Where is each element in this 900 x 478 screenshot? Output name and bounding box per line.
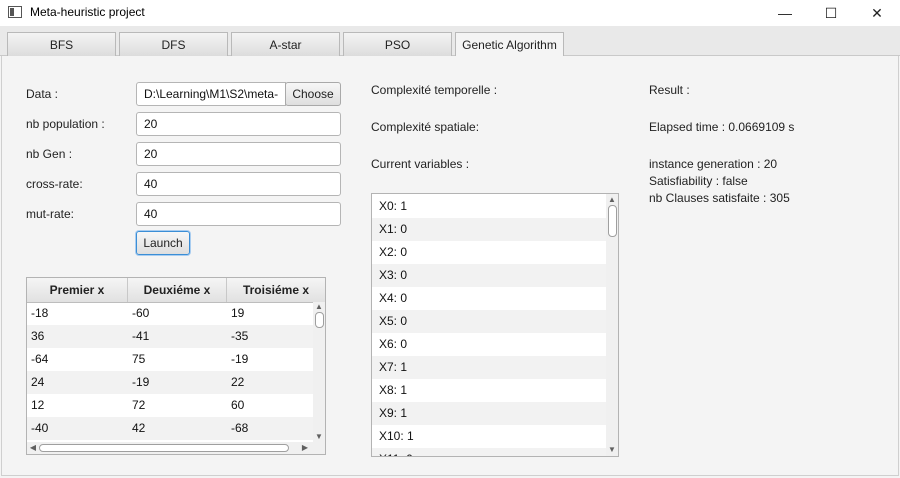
table-horizontal-scrollbar[interactable]: ◀ ▶	[27, 442, 325, 454]
table-cell: -18	[31, 306, 49, 320]
table-cell: -35	[231, 329, 249, 343]
close-button[interactable]: ✕	[854, 0, 900, 26]
instance-generation-text: instance generation : 20	[649, 157, 778, 171]
tab-a-star[interactable]: A-star	[231, 32, 340, 56]
result-label: Result :	[649, 83, 690, 97]
scroll-up-arrow-icon[interactable]: ▲	[606, 195, 618, 205]
space-complexity-label: Complexité spatiale:	[371, 120, 480, 134]
table-cell: 42	[132, 421, 146, 435]
generations-label: nb Gen :	[26, 147, 73, 161]
table-cell: 24	[31, 375, 45, 389]
table-cell: -41	[132, 329, 150, 343]
table-header: Premier x Deuxiéme x Troisiéme x	[27, 278, 325, 303]
minimize-button[interactable]: —	[762, 0, 808, 26]
cross-rate-label: cross-rate:	[26, 177, 83, 191]
table-cell: 12	[31, 398, 45, 412]
table-row[interactable]: 12 72 60	[27, 394, 313, 417]
satisfiability-text: Satisfiability : false	[649, 174, 748, 188]
tab-bfs[interactable]: BFS	[7, 32, 116, 56]
coordinates-table[interactable]: Premier x Deuxiéme x Troisiéme x -18 -60 1…	[26, 277, 326, 455]
table-row[interactable]: 36 -41 -35	[27, 325, 313, 348]
tab-genetic-algorithm[interactable]: Genetic Algorithm	[455, 32, 564, 57]
scroll-down-arrow-icon[interactable]: ▼	[313, 432, 325, 442]
variable-list-item[interactable]: X1: 0	[372, 218, 606, 241]
variable-list-item[interactable]: X5: 0	[372, 310, 606, 333]
population-field[interactable]: 20	[136, 112, 341, 136]
variables-scroll-thumb[interactable]	[608, 205, 617, 237]
variable-list-item[interactable]: X4: 0	[372, 287, 606, 310]
tab-dfs[interactable]: DFS	[119, 32, 228, 56]
table-cell: 60	[231, 398, 245, 412]
variables-list[interactable]: X0: 1 X1: 0 X2: 0 X3: 0 X4: 0 X5: 0 X6: 0 X7: 1…	[371, 193, 619, 457]
variable-list-item[interactable]: X3: 0	[372, 264, 606, 287]
maximize-button[interactable]: ☐	[808, 0, 854, 26]
variables-scrollbar[interactable]: ▲ ▼	[606, 194, 618, 456]
data-label: Data :	[26, 87, 59, 101]
table-cell: -40	[31, 421, 49, 435]
column-header-troisieme[interactable]: Troisiéme x	[227, 278, 325, 302]
population-label: nb population :	[26, 117, 105, 131]
table-row[interactable]: -64 75 -19	[27, 348, 313, 371]
table-cell: -19	[231, 352, 249, 366]
table-row[interactable]: 24 -19 22	[27, 371, 313, 394]
table-cell: 22	[231, 375, 245, 389]
window-title: Meta-heuristic project	[30, 5, 145, 19]
scroll-right-arrow-icon[interactable]: ▶	[299, 443, 311, 453]
variable-list-item[interactable]: X6: 0	[372, 333, 606, 356]
scroll-up-arrow-icon[interactable]: ▲	[313, 302, 325, 312]
table-cell: 36	[31, 329, 45, 343]
table-row[interactable]: -18 -60 19	[27, 302, 313, 325]
variable-list-item[interactable]: X10: 1	[372, 425, 606, 448]
table-cell: -19	[132, 375, 150, 389]
column-header-premier[interactable]: Premier x	[27, 278, 128, 302]
current-variables-label: Current variables :	[371, 157, 470, 171]
clauses-satisfied-text: nb Clauses satisfaite : 305	[649, 191, 790, 205]
data-path-field[interactable]: D:\Learning\M1\S2\meta-	[136, 82, 286, 106]
variable-list-item[interactable]: X0: 1	[372, 195, 606, 218]
table-cell: -68	[231, 421, 249, 435]
variable-list-item[interactable]: X8: 1	[372, 379, 606, 402]
mut-rate-field[interactable]: 40	[136, 202, 341, 226]
table-cell: 19	[231, 306, 245, 320]
mut-rate-label: mut-rate:	[26, 207, 75, 221]
variable-list-item[interactable]: X9: 1	[372, 402, 606, 425]
variable-list-item[interactable]: X2: 0	[372, 241, 606, 264]
tab-pso[interactable]: PSO	[343, 32, 452, 56]
tab-bar: BFS DFS A-star PSO Genetic Algorithm	[0, 26, 900, 57]
table-cell: 75	[132, 352, 146, 366]
choose-button[interactable]: Choose	[285, 82, 341, 106]
table-vertical-scroll-thumb[interactable]	[315, 312, 324, 328]
scroll-left-arrow-icon[interactable]: ◀	[27, 443, 39, 453]
table-vertical-scrollbar[interactable]: ▲ ▼	[313, 302, 325, 442]
generations-field[interactable]: 20	[136, 142, 341, 166]
title-bar: Meta-heuristic project — ☐ ✕	[0, 0, 900, 26]
launch-button[interactable]: Launch	[136, 231, 190, 255]
table-row[interactable]: -40 42 -68	[27, 417, 313, 440]
column-header-deuxieme[interactable]: Deuxiéme x	[128, 278, 227, 302]
table-cell: -64	[31, 352, 49, 366]
variable-list-item[interactable]: X7: 1	[372, 356, 606, 379]
cross-rate-field[interactable]: 40	[136, 172, 341, 196]
app-window-icon	[8, 6, 22, 18]
table-horizontal-scroll-thumb[interactable]	[39, 444, 289, 452]
elapsed-time-text: Elapsed time : 0.0669109 s	[649, 120, 795, 134]
variable-list-item[interactable]: X11: 0	[372, 448, 606, 456]
table-cell: 72	[132, 398, 146, 412]
time-complexity-label: Complexité temporelle :	[371, 83, 498, 97]
table-cell: -60	[132, 306, 150, 320]
scroll-down-arrow-icon[interactable]: ▼	[606, 445, 618, 455]
